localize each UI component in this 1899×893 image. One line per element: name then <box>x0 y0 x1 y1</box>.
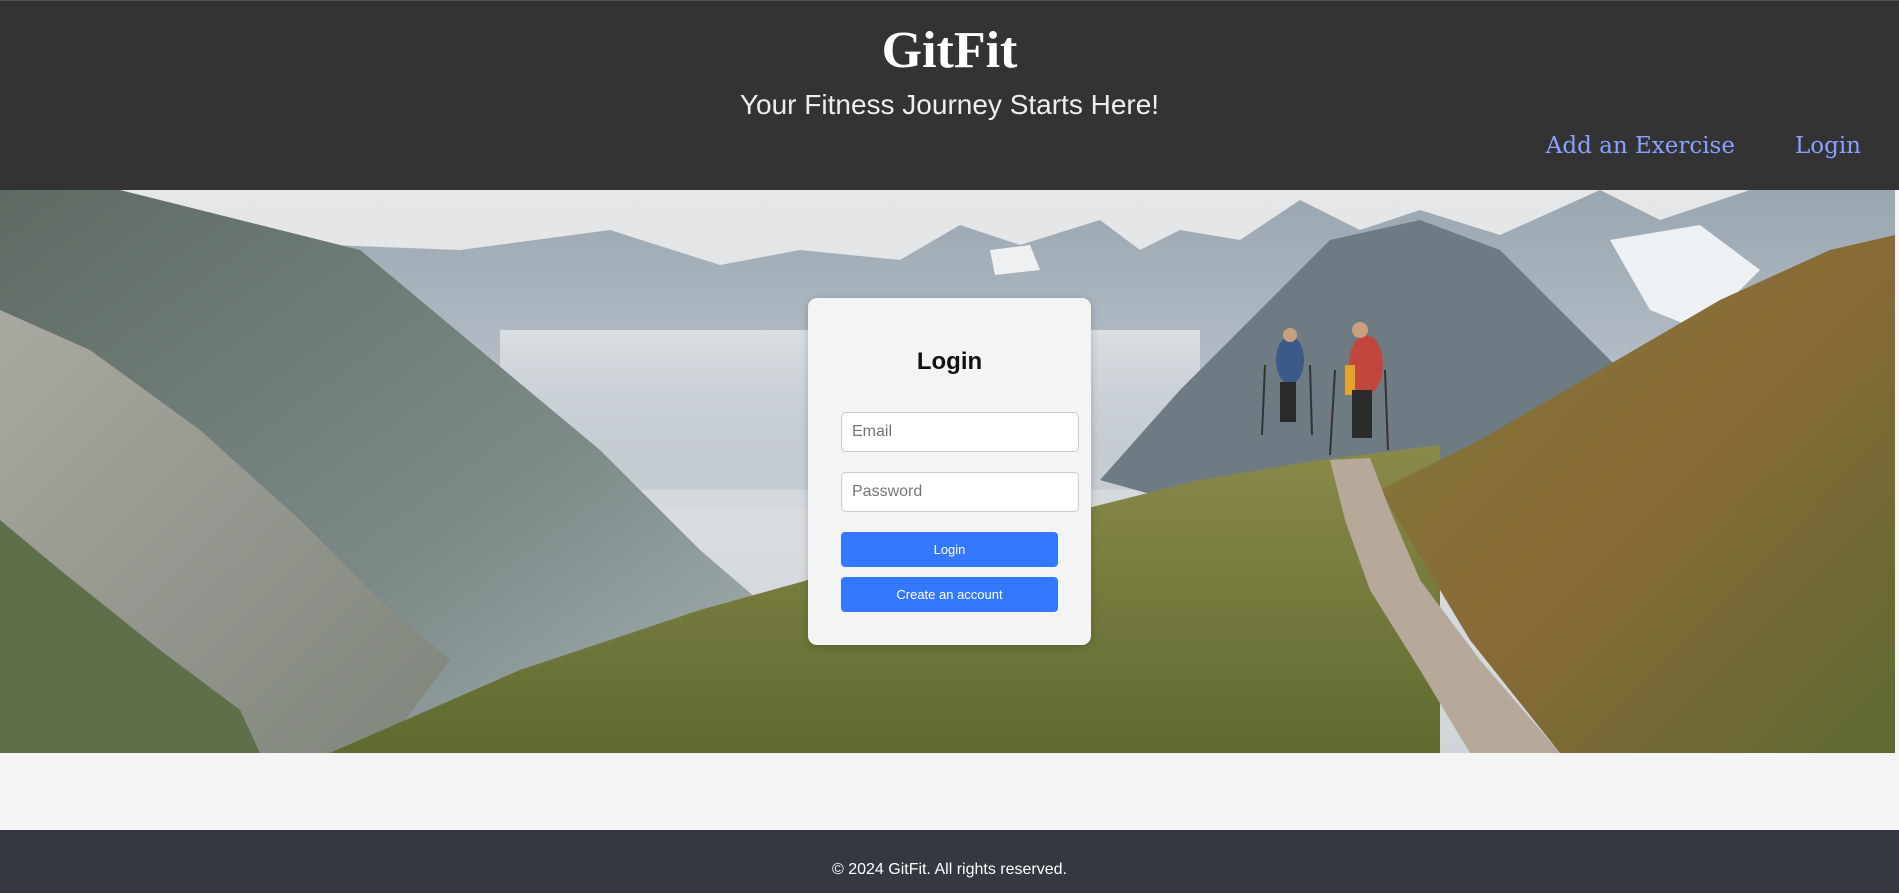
login-card: Login Login Create an account <box>808 298 1091 645</box>
site-header: GitFit Your Fitness Journey Starts Here!… <box>0 0 1899 190</box>
nav-link-add-exercise[interactable]: Add an Exercise <box>1546 129 1735 163</box>
page-spacer <box>0 753 1899 830</box>
login-heading: Login <box>916 348 983 375</box>
nav-link-login[interactable]: Login <box>1795 129 1861 163</box>
site-title: GitFit <box>881 22 1018 79</box>
main-nav: Add an Exercise Login <box>1546 129 1861 163</box>
site-footer: © 2024 GitFit. All rights reserved. <box>0 830 1899 893</box>
email-field[interactable] <box>841 412 1079 452</box>
footer-copyright: © 2024 GitFit. All rights reserved. <box>832 861 1067 878</box>
password-field[interactable] <box>841 472 1079 512</box>
create-account-button[interactable]: Create an account <box>841 577 1058 612</box>
login-button[interactable]: Login <box>841 532 1058 567</box>
site-tagline: Your Fitness Journey Starts Here! <box>739 89 1160 120</box>
